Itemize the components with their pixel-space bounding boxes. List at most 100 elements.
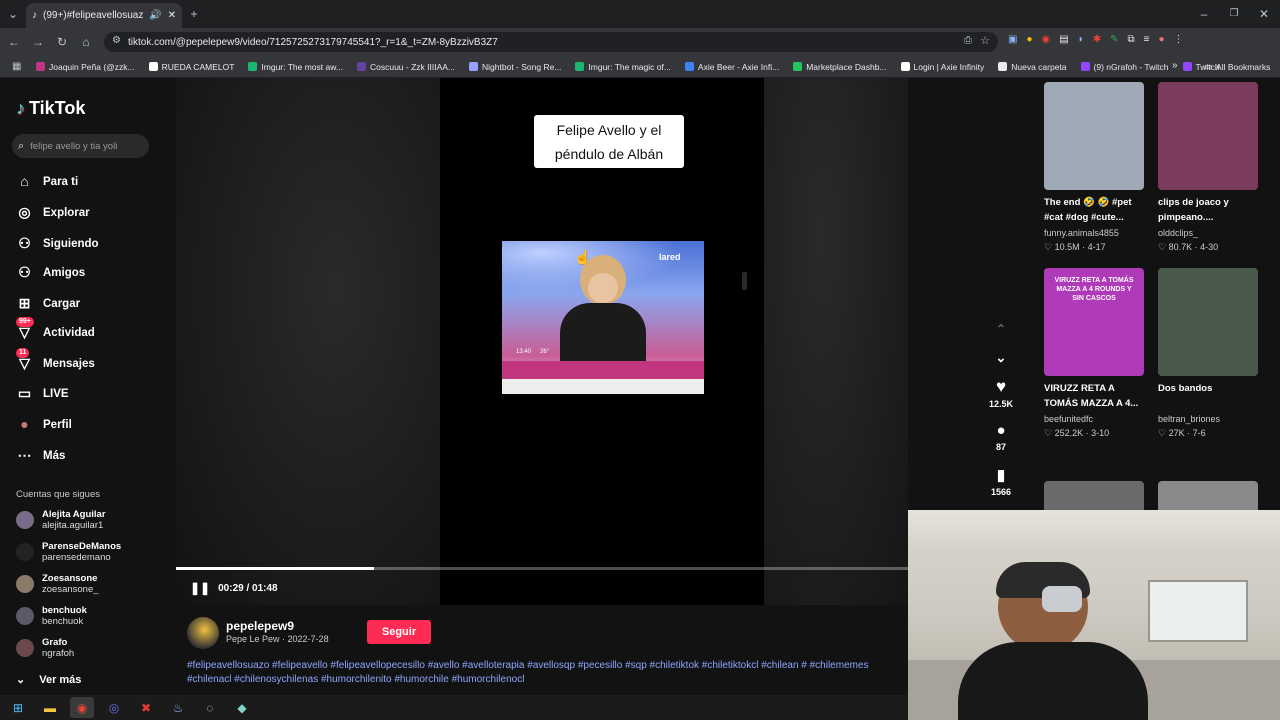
following-account[interactable]: Zoesansone zoesansone_: [16, 573, 99, 595]
related-video-title[interactable]: clips de joaco y pimpeano....: [1158, 195, 1263, 225]
related-video-user[interactable]: beefunitedfc: [1044, 414, 1093, 424]
see-more-button[interactable]: ⌄ Ver más: [16, 673, 81, 687]
bookmark-item[interactable]: RUEDA CAMELOT: [148, 62, 234, 72]
bookmark-favicon-icon: [793, 62, 803, 71]
obs-icon[interactable]: ◌: [198, 697, 222, 718]
video-progress-bar[interactable]: [176, 567, 908, 570]
extension-icon[interactable]: ●: [1026, 34, 1032, 50]
search-input[interactable]: felipe avello y tia yoli: [30, 141, 117, 152]
tab-audio-icon[interactable]: 🔊: [149, 10, 161, 21]
bookmark-item[interactable]: (9) nGrafoh - Twitch: [1080, 62, 1169, 72]
related-video-thumbnail[interactable]: [1044, 82, 1144, 190]
like-button[interactable]: ♥ 12.5K: [986, 377, 1016, 409]
app-icon[interactable]: ◎: [102, 697, 126, 718]
bookmark-item[interactable]: Nueva carpeta: [998, 62, 1067, 72]
bookmark-star-icon[interactable]: ☆: [980, 34, 990, 47]
following-account[interactable]: Alejita Aguilar alejita.aguilar1: [16, 509, 106, 531]
nav-item-explorar[interactable]: ◎ Explorar: [16, 204, 89, 221]
puzzle-icon[interactable]: ⧉: [1128, 34, 1135, 50]
related-video-user[interactable]: olddclips_: [1158, 228, 1198, 238]
bookmark-item[interactable]: Imgur: The most aw...: [248, 62, 343, 72]
restore-icon[interactable]: ❐: [1224, 4, 1244, 24]
windows-start-icon[interactable]: ⊞: [6, 697, 30, 718]
nav-item-m-s[interactable]: ⋯ Más: [16, 447, 66, 464]
chrome-icon[interactable]: ◉: [70, 697, 94, 718]
back-icon[interactable]: ←: [4, 32, 24, 52]
app-icon[interactable]: ✖: [134, 697, 158, 718]
previous-video-icon[interactable]: ⌃: [986, 322, 1016, 336]
install-app-icon[interactable]: ⎙: [964, 35, 972, 46]
author-avatar[interactable]: [187, 617, 219, 649]
nav-item-mensajes[interactable]: ▽ 11 Mensajes: [16, 348, 95, 372]
apps-icon[interactable]: ▦: [12, 61, 21, 72]
tab-list-icon[interactable]: ⌄: [3, 4, 23, 24]
related-video-title[interactable]: Dos bandos: [1158, 381, 1263, 396]
bookmark-item[interactable]: Joaquin Peña (@zzk...: [36, 62, 135, 72]
nav-item-amigos[interactable]: ⚇ Amigos: [16, 264, 85, 281]
nav-item-live[interactable]: ▭ LIVE: [16, 385, 69, 402]
bookmark-item[interactable]: Imgur: The magic of...: [575, 62, 671, 72]
nav-label: Perfil: [43, 418, 72, 431]
following-account[interactable]: Grafo ngrafoh: [16, 637, 74, 659]
steam-icon[interactable]: ♨: [166, 697, 190, 718]
video-hashtags[interactable]: #felipeavellosuazo #felipeavello #felipe…: [187, 659, 908, 687]
pause-icon[interactable]: ❚❚: [190, 581, 210, 595]
next-video-icon[interactable]: ⌄: [986, 350, 1016, 366]
related-video-user[interactable]: funny.animals4855: [1044, 228, 1119, 238]
related-video-title[interactable]: VIRUZZ RETA A TOMÁS MAZZA A 4...: [1044, 381, 1149, 411]
following-account[interactable]: ParenseDeManos parensedemano: [16, 541, 121, 563]
save-button[interactable]: ▮ 1566: [986, 466, 1016, 497]
related-video-thumbnail[interactable]: VIRUZZ RETA A TOMÁS MAZZA A 4 ROUNDS Y S…: [1044, 268, 1144, 376]
author-name[interactable]: pepelepew9: [226, 619, 294, 633]
extension-icon[interactable]: ◗: [1078, 34, 1084, 50]
all-bookmarks[interactable]: ▭ All Bookmarks: [1204, 61, 1270, 72]
comment-button[interactable]: ● 87: [986, 422, 1016, 452]
bookmark-item[interactable]: Nightbot - Song Re...: [469, 62, 561, 72]
menu-dots-icon[interactable]: ⋮: [1174, 34, 1184, 50]
profile-avatar[interactable]: ●: [1159, 34, 1165, 50]
extension-icon[interactable]: ▣: [1008, 34, 1017, 50]
file-explorer-icon[interactable]: ▬: [38, 697, 62, 718]
activity-icon: ▽ 99+: [16, 317, 34, 341]
forward-icon[interactable]: →: [28, 32, 48, 52]
related-video-thumbnail[interactable]: [1158, 268, 1258, 376]
related-video-thumbnail[interactable]: [1158, 82, 1258, 190]
related-video-user[interactable]: beltran_briones: [1158, 414, 1220, 424]
reading-list-icon[interactable]: ≡: [1144, 34, 1150, 50]
bookmark-item[interactable]: Login | Axie Infinity: [900, 62, 984, 72]
extension-icon[interactable]: ▤: [1059, 34, 1068, 50]
site-info-icon[interactable]: ⚙: [112, 35, 121, 46]
video-side-handle[interactable]: [742, 272, 747, 290]
home-button-icon[interactable]: ⌂: [76, 32, 96, 52]
bookmark-item[interactable]: Coscuuu - Zzk IIIIAA...: [356, 62, 455, 72]
nav-item-actividad[interactable]: ▽ 99+ Actividad: [16, 317, 95, 341]
new-tab-icon[interactable]: +: [184, 4, 204, 24]
browser-tab[interactable]: ♪ (99+)#felipeavellosuazo #fe 🔊 ✕: [26, 3, 182, 28]
tab-close-icon[interactable]: ✕: [168, 10, 176, 21]
all-bookmarks-label: All Bookmarks: [1216, 61, 1271, 72]
follow-button[interactable]: Seguir: [367, 620, 431, 644]
related-thumb-partial[interactable]: [1044, 481, 1144, 510]
nav-item-perfil[interactable]: ● Perfil: [16, 416, 72, 433]
extension-icon[interactable]: ◉: [1042, 34, 1051, 50]
tiktok-logo[interactable]: ♪ TikTok: [16, 98, 85, 119]
minimize-icon[interactable]: –: [1194, 4, 1214, 24]
reload-icon[interactable]: ↻: [52, 32, 72, 52]
nav-item-siguiendo[interactable]: ⚇ Siguiendo: [16, 235, 98, 252]
window-close-icon[interactable]: ✕: [1254, 4, 1274, 24]
related-video-title[interactable]: The end 🤣 🤣 #pet #cat #dog #cute...: [1044, 195, 1149, 225]
bookmark-label: Nightbot - Song Re...: [482, 61, 562, 72]
account-name: benchuok: [42, 605, 87, 616]
following-account[interactable]: benchuok benchuok: [16, 605, 87, 627]
nav-item-para-ti[interactable]: ⌂ Para ti: [16, 173, 78, 190]
address-bar[interactable]: ⚙ tiktok.com/@pepelepew9/video/712572527…: [104, 32, 998, 52]
related-thumb-partial[interactable]: [1158, 481, 1258, 510]
app-icon[interactable]: ◆: [230, 697, 254, 718]
extension-icon[interactable]: ✎: [1110, 34, 1118, 50]
bookmark-item[interactable]: Marketplace Dashb...: [793, 62, 887, 72]
extension-icon[interactable]: ✱: [1093, 34, 1101, 50]
nav-item-cargar[interactable]: ⊞ Cargar: [16, 295, 80, 312]
bookmark-item[interactable]: Axie Beer - Axie Infi...: [684, 62, 779, 72]
bookmarks-overflow-icon[interactable]: »: [1172, 60, 1178, 71]
search-bar[interactable]: ⌕ felipe avello y tia yoli: [12, 134, 149, 158]
